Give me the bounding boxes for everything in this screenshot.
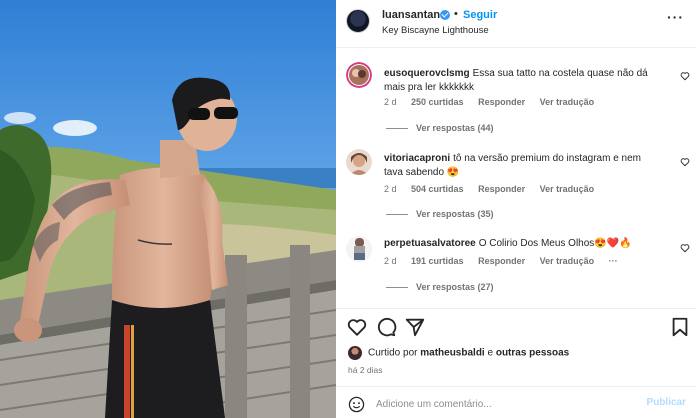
view-replies-button[interactable]: Ver respostas (27) [386, 282, 494, 292]
actions-divider [336, 308, 696, 309]
follow-button[interactable]: Seguir [463, 9, 497, 21]
comment-username[interactable]: eusoquerovclsmg [384, 68, 470, 79]
post-panel: luansantana • Seguir Key Biscayne Lighth… [336, 0, 696, 418]
add-comment-bar: Publicar [336, 386, 696, 418]
liked-by-conjunction: e [487, 347, 494, 359]
commenter-avatar[interactable] [346, 62, 372, 88]
comment-meta: 2 d 250 curtidas Responder Ver tradução [384, 97, 606, 107]
post-timestamp: há 2 dias [348, 365, 383, 375]
comment-like-icon[interactable] [680, 157, 690, 167]
reply-button[interactable]: Responder [478, 256, 525, 266]
commenter-avatar[interactable] [346, 236, 372, 262]
avatar-image [346, 236, 372, 262]
comment-body: O Colirio Dos Meus Olhos😍❤️🔥 [478, 238, 632, 249]
author-avatar[interactable] [346, 9, 370, 33]
publish-button[interactable]: Publicar [647, 397, 686, 408]
post-location[interactable]: Key Biscayne Lighthouse [382, 25, 489, 36]
comment-like-icon[interactable] [680, 71, 690, 81]
comment-meta: 2 d 191 curtidas Responder Ver tradução … [384, 256, 630, 266]
comment-more-icon[interactable]: ··· [609, 256, 618, 266]
photo-illustration [0, 0, 336, 418]
liked-by-prefix: Curtido por [368, 347, 418, 359]
post-photo[interactable] [0, 0, 336, 418]
comment-username[interactable]: vitoriacaproni [384, 153, 450, 164]
comment-text: eusoquerovclsmg Essa sua tatto na costela… [384, 67, 654, 95]
heart-icon[interactable] [346, 316, 368, 338]
translate-button[interactable]: Ver tradução [540, 97, 595, 107]
avatar-image [346, 149, 372, 175]
comment-like-icon[interactable] [680, 243, 690, 253]
other-likers-link[interactable]: outras pessoas [496, 348, 569, 359]
avatar-image [346, 62, 372, 88]
share-icon[interactable] [404, 316, 426, 338]
comment-username[interactable]: perpetuasalvatoree [384, 238, 476, 249]
reply-button[interactable]: Responder [478, 184, 525, 194]
comment-time: 2 d [384, 97, 397, 107]
liker-avatar[interactable] [348, 346, 362, 360]
comment-input[interactable] [376, 396, 626, 412]
comment-likes-count[interactable]: 191 curtidas [411, 256, 464, 266]
more-options-icon[interactable]: ··· [667, 9, 684, 25]
comment-likes-count[interactable]: 504 curtidas [411, 184, 464, 194]
comment-time: 2 d [384, 256, 397, 266]
author-username[interactable]: luansantana [382, 9, 446, 21]
liker-username[interactable]: matheusbaldi [420, 348, 484, 359]
comment-icon[interactable] [375, 316, 397, 338]
post-action-bar [336, 316, 696, 340]
header-divider [336, 47, 696, 48]
commenter-avatar[interactable] [346, 149, 372, 175]
comment-likes-count[interactable]: 250 curtidas [411, 97, 464, 107]
comment-time: 2 d [384, 184, 397, 194]
view-replies-button[interactable]: Ver respostas (44) [386, 123, 494, 133]
post-header: luansantana • Seguir Key Biscayne Lighth… [336, 0, 696, 46]
view-replies-button[interactable]: Ver respostas (35) [386, 209, 494, 219]
translate-button[interactable]: Ver tradução [540, 184, 595, 194]
liked-by-line: Curtido por matheusbaldi e outras pessoa… [348, 346, 569, 360]
emoji-icon[interactable] [348, 396, 365, 413]
header-separator: • [454, 8, 458, 20]
reply-button[interactable]: Responder [478, 97, 525, 107]
comment-text: perpetuasalvatoree O Colirio Dos Meus Olh… [384, 237, 654, 251]
verified-badge-icon [440, 10, 450, 20]
comment-text: vitoriacaproni tô na versão premium do in… [384, 152, 654, 180]
translate-button[interactable]: Ver tradução [540, 256, 595, 266]
bookmark-icon[interactable] [669, 316, 691, 338]
comment-meta: 2 d 504 curtidas Responder Ver tradução [384, 184, 606, 194]
